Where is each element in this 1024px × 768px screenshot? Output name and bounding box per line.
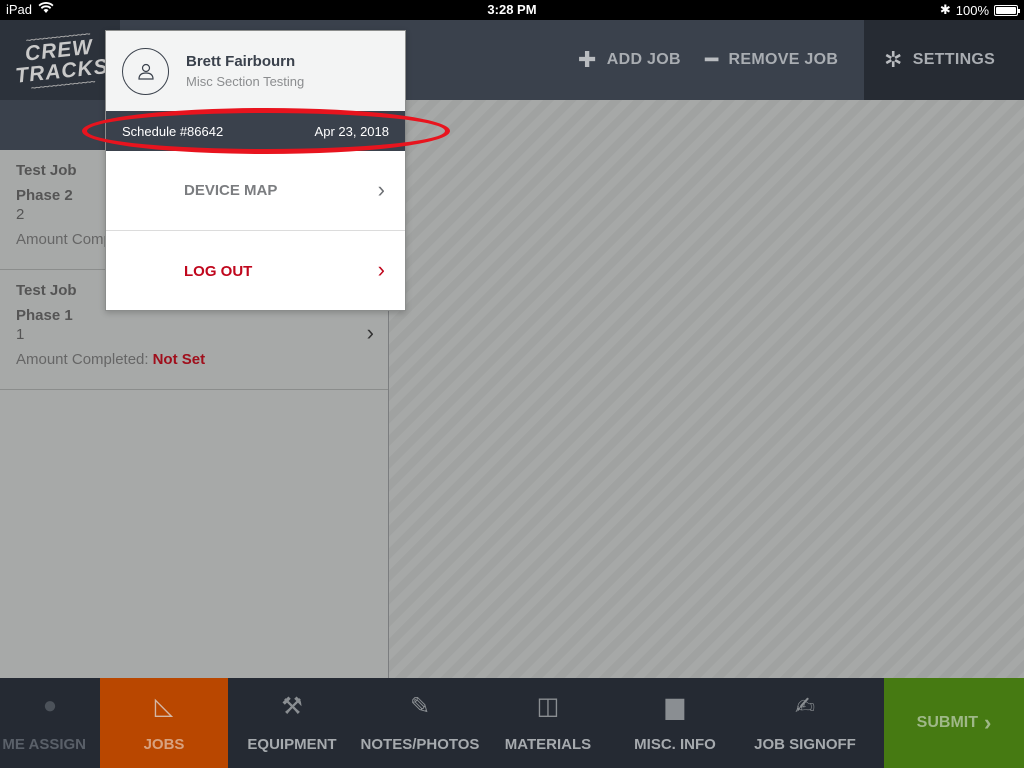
- add-job-button[interactable]: ✚ ADD JOB: [578, 20, 681, 100]
- remove-job-button[interactable]: ━ REMOVE JOB: [705, 20, 838, 100]
- amount-value: Not Set: [152, 351, 206, 368]
- chevron-right-icon: ›: [366, 320, 374, 345]
- settings-button[interactable]: ✲ SETTINGS: [884, 20, 995, 100]
- tab-jobs[interactable]: ◺ JOBS: [100, 678, 228, 768]
- plus-icon: ✚: [578, 47, 597, 72]
- avatar: [122, 48, 169, 95]
- schedule-date: Apr 23, 2018: [314, 123, 389, 139]
- crew-tracks-logo: ~~~~~~~~~~~~~~~ CREW TRACKS ~~~~~~~~~~~~…: [14, 28, 110, 94]
- user-menu-popover: Brett Fairbourn Misc Section Testing Sch…: [105, 30, 406, 311]
- tab-notes-photos[interactable]: ✎ NOTES/PHOTOS: [352, 678, 488, 768]
- set-square-icon: ◺: [154, 693, 174, 720]
- status-bar: iPad 3:28 PM ✱ 100%: [0, 0, 1024, 20]
- tab-time-assign[interactable]: ● ME ASSIGN: [0, 678, 100, 768]
- chevron-right-icon: ›: [377, 177, 385, 202]
- signature-icon: ✍: [794, 693, 816, 720]
- schedule-bar: Schedule #86642 Apr 23, 2018: [106, 111, 405, 151]
- tab-equipment[interactable]: ⚒ EQUIPMENT: [236, 678, 348, 768]
- chevron-right-icon: ›: [377, 257, 385, 282]
- user-info: Brett Fairbourn Misc Section Testing: [106, 31, 405, 111]
- user-icon: [137, 63, 154, 80]
- device-map-button[interactable]: DEVICE MAP ›: [106, 151, 405, 231]
- submit-button[interactable]: SUBMIT ›: [884, 678, 1024, 768]
- person-icon: ●: [42, 692, 58, 719]
- clock: 3:28 PM: [487, 2, 537, 17]
- chevron-right-icon: ›: [984, 710, 992, 735]
- folder-icon: ▆: [665, 693, 685, 720]
- hammer-icon: ⚒: [281, 693, 303, 720]
- schedule-number: Schedule #86642: [122, 123, 224, 139]
- bottom-nav: ● ME ASSIGN ◺ JOBS ⚒ EQUIPMENT ✎ NOTES/P…: [0, 678, 1024, 768]
- user-name: Brett Fairbourn: [186, 53, 296, 70]
- job-number: 1: [16, 326, 25, 343]
- amount-completed: Amount Completed:Not Set: [16, 351, 206, 368]
- minus-icon: ━: [705, 47, 719, 72]
- materials-icon: ◫: [536, 693, 560, 720]
- battery-percent: 100%: [955, 2, 989, 18]
- battery-icon: [994, 4, 1020, 16]
- logo-area: ~~~~~~~~~~~~~~~ CREW TRACKS ~~~~~~~~~~~~…: [0, 20, 120, 100]
- tab-materials[interactable]: ◫ MATERIALS: [494, 678, 602, 768]
- user-subtitle: Misc Section Testing: [186, 74, 305, 89]
- tab-misc-info[interactable]: ▆ MISC. INFO: [620, 678, 730, 768]
- gear-icon: ✲: [884, 47, 903, 72]
- log-out-button[interactable]: LOG OUT ›: [106, 231, 405, 311]
- bluetooth-icon: ✱: [939, 2, 951, 17]
- tab-job-signoff[interactable]: ✍ JOB SIGNOFF: [746, 678, 864, 768]
- notes-pencil-icon: ✎: [409, 693, 431, 720]
